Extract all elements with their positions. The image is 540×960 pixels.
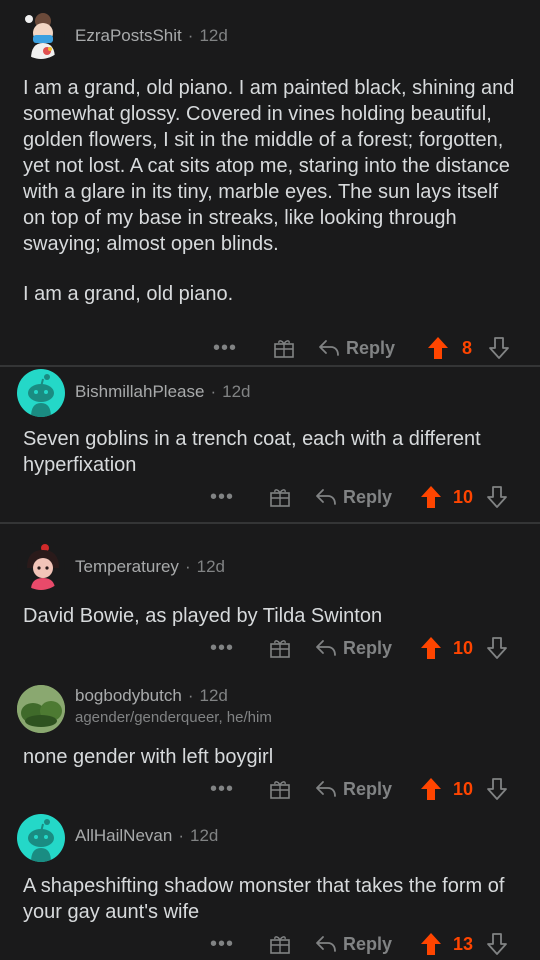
award-button[interactable] — [273, 334, 295, 362]
comment-body: A shapeshifting shadow monster that take… — [23, 873, 518, 925]
gift-icon — [274, 340, 294, 358]
vote-score: 10 — [453, 778, 474, 799]
more-options-button[interactable]: ••• — [210, 634, 234, 662]
comment-age: 12d — [199, 26, 228, 45]
award-button[interactable] — [269, 634, 291, 662]
comment-age: 12d — [190, 826, 219, 845]
comment-paragraph: I am a grand, old piano. I am painted bl… — [23, 77, 515, 255]
comment: Temperaturey · 12d David Bowie, as played … — [0, 524, 540, 670]
upvote-button[interactable] — [420, 930, 442, 958]
upvote-button[interactable] — [427, 334, 449, 362]
downvote-arrow-icon — [487, 778, 507, 800]
comment-actions: ••• Reply 10 — [0, 483, 540, 511]
comment-paragraph: David Bowie, as played by Tilda Swinton — [23, 605, 383, 627]
avatar[interactable] — [17, 685, 65, 733]
downvote-button[interactable] — [486, 775, 508, 803]
comment-body: I am a grand, old piano. I am painted bl… — [23, 75, 518, 307]
avatar[interactable] — [17, 542, 65, 590]
username[interactable]: AllHailNevan — [75, 826, 172, 845]
comment-actions: ••• Reply 10 — [0, 634, 540, 662]
downvote-button[interactable] — [486, 634, 508, 662]
award-button[interactable] — [269, 930, 291, 958]
comment-body: none gender with left boygirl — [23, 744, 518, 770]
username[interactable]: BishmillahPlease — [75, 382, 204, 401]
reply-label: Reply — [343, 933, 393, 954]
comment-actions: ••• Reply 10 — [0, 775, 540, 803]
reply-label: Reply — [343, 637, 393, 658]
avatar[interactable] — [17, 814, 65, 862]
upvote-arrow-icon — [428, 337, 448, 359]
vote-score: 8 — [462, 337, 473, 358]
upvote-arrow-icon — [421, 933, 441, 955]
comment-actions: ••• Reply 13 — [0, 930, 540, 958]
reply-button[interactable]: Reply — [315, 930, 392, 958]
reply-button[interactable]: Reply — [315, 483, 392, 511]
more-options-button[interactable]: ••• — [213, 334, 237, 362]
comment-meta: BishmillahPlease · 12d — [75, 382, 251, 401]
vote-score: 13 — [453, 933, 474, 954]
reply-arrow-icon — [316, 489, 336, 505]
comment: AllHailNevan · 12d A shapeshifting shadow … — [0, 810, 540, 960]
reply-arrow-icon — [316, 640, 336, 656]
upvote-arrow-icon — [421, 637, 441, 659]
reply-button[interactable]: Reply — [315, 775, 392, 803]
comment-meta: EzraPostsShit · 12d — [75, 26, 228, 45]
gift-icon — [270, 781, 290, 799]
downvote-button[interactable] — [486, 483, 508, 511]
reply-button[interactable]: Reply — [315, 634, 392, 662]
comment-body: David Bowie, as played by Tilda Swinton — [23, 603, 518, 629]
gift-icon — [270, 489, 290, 507]
award-button[interactable] — [269, 483, 291, 511]
comment-actions: ••• Reply 8 — [0, 334, 540, 362]
reply-button[interactable]: Reply — [318, 334, 395, 362]
snoo-icon — [28, 374, 54, 417]
upvote-button[interactable] — [420, 634, 442, 662]
comment-paragraph: none gender with left boygirl — [23, 746, 274, 768]
vote-score: 10 — [453, 637, 474, 658]
comment-paragraph: I am a grand, old piano. — [23, 283, 234, 305]
gift-icon — [270, 936, 290, 954]
downvote-arrow-icon — [487, 933, 507, 955]
snoo-icon — [28, 819, 54, 862]
comment-body: Seven goblins in a trench coat, each wit… — [23, 426, 518, 478]
comment-paragraph: Seven goblins in a trench coat, each wit… — [23, 428, 481, 476]
username[interactable]: EzraPostsShit — [75, 26, 182, 45]
comment-age: 12d — [196, 557, 225, 576]
comment-age: 12d — [199, 686, 228, 705]
gift-icon — [270, 640, 290, 658]
comment-age: 12d — [222, 382, 251, 401]
avatar[interactable] — [17, 369, 65, 417]
upvote-arrow-icon — [421, 486, 441, 508]
reply-label: Reply — [346, 337, 396, 358]
username[interactable]: Temperaturey — [75, 557, 179, 576]
comment: BishmillahPlease · 12d Seven goblins in a … — [0, 367, 540, 522]
upvote-button[interactable] — [420, 483, 442, 511]
downvote-arrow-icon — [489, 337, 509, 359]
user-flair: agender/genderqueer, he/him — [75, 709, 272, 726]
more-options-button[interactable]: ••• — [210, 775, 234, 803]
reply-label: Reply — [343, 778, 393, 799]
downvote-arrow-icon — [487, 637, 507, 659]
comment-meta: AllHailNevan · 12d — [75, 826, 219, 845]
avatar[interactable] — [17, 11, 65, 59]
reply-arrow-icon — [316, 781, 336, 797]
comment-meta: Temperaturey · 12d — [75, 557, 225, 576]
comment-meta: bogbodybutch · 12d — [75, 686, 228, 705]
username[interactable]: bogbodybutch — [75, 686, 182, 705]
vote-score: 10 — [453, 486, 474, 507]
more-options-button[interactable]: ••• — [210, 930, 234, 958]
award-button[interactable] — [269, 775, 291, 803]
reply-arrow-icon — [319, 340, 339, 356]
reply-label: Reply — [343, 486, 393, 507]
comment: EzraPostsShit · 12d I am a grand, old pian… — [0, 0, 540, 365]
reply-arrow-icon — [316, 936, 336, 952]
upvote-button[interactable] — [420, 775, 442, 803]
downvote-button[interactable] — [488, 334, 510, 362]
downvote-button[interactable] — [486, 930, 508, 958]
comment-paragraph: A shapeshifting shadow monster that take… — [23, 875, 505, 923]
upvote-arrow-icon — [421, 778, 441, 800]
comment: bogbodybutch · 12d agender/genderqueer, he… — [0, 670, 540, 810]
more-options-button[interactable]: ••• — [210, 483, 234, 511]
downvote-arrow-icon — [487, 486, 507, 508]
